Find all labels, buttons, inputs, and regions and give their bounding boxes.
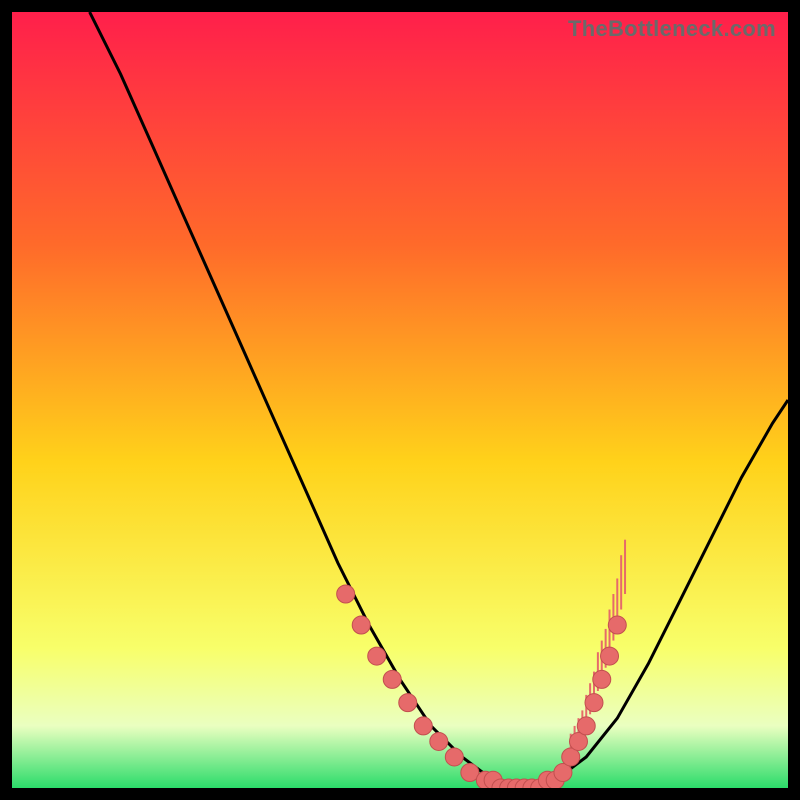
marker-right: [593, 670, 611, 688]
marker-left: [368, 647, 386, 665]
marker-left: [383, 670, 401, 688]
marker-right: [601, 647, 619, 665]
marker-right: [585, 694, 603, 712]
marker-left: [399, 694, 417, 712]
marker-left: [445, 748, 463, 766]
marker-left: [430, 732, 448, 750]
marker-right: [608, 616, 626, 634]
watermark-text: TheBottleneck.com: [568, 16, 776, 42]
marker-left: [337, 585, 355, 603]
bottleneck-chart: [12, 12, 788, 788]
marker-left: [414, 717, 432, 735]
marker-right: [577, 717, 595, 735]
marker-left: [352, 616, 370, 634]
chart-frame: TheBottleneck.com: [12, 12, 788, 788]
heat-gradient-background: [12, 12, 788, 788]
